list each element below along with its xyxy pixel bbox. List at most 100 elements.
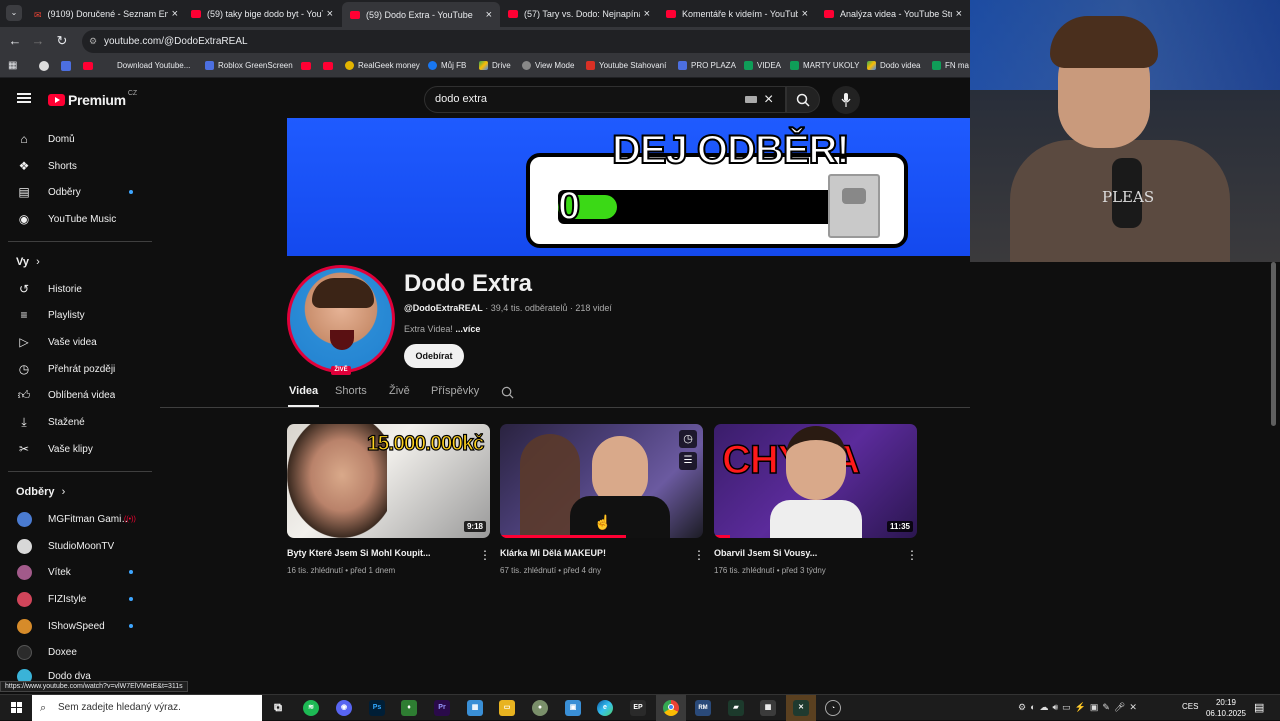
voice-search-button[interactable] bbox=[832, 86, 860, 114]
apps-grid-icon[interactable]: ▦ bbox=[8, 60, 17, 71]
bookmark-item[interactable]: Download Youtube... bbox=[117, 61, 190, 70]
youtube-bookmark-icon[interactable] bbox=[323, 62, 333, 70]
forward-arrow-icon[interactable]: → bbox=[30, 33, 46, 48]
edge-icon[interactable]: e bbox=[597, 700, 613, 716]
taskbar-clock[interactable]: 20:19 06.10.2025 bbox=[1202, 697, 1250, 719]
browser-tab-youtube-studio[interactable]: Analýza videa - YouTube Studio × bbox=[816, 3, 970, 25]
channel-avatar[interactable] bbox=[287, 265, 395, 373]
video-menu-icon[interactable]: ⋮ bbox=[906, 548, 918, 562]
sidebar-item-watch-later[interactable]: ◷ Přehrát později bbox=[0, 356, 152, 382]
video-title[interactable]: Obarvil Jsem Si Vousy... bbox=[714, 548, 817, 558]
back-arrow-icon[interactable]: ← bbox=[7, 33, 23, 48]
sidebar-item-your-clips[interactable]: ✂ Vaše klipy bbox=[0, 436, 152, 462]
bookmark-icon-1[interactable] bbox=[39, 61, 49, 71]
video-title[interactable]: Klárka Mi Dělá MAKEUP! bbox=[500, 548, 606, 558]
spotify-icon[interactable]: ≋ bbox=[303, 700, 319, 716]
browser-tab-seznam[interactable]: ✉ (9109) Doručené - Seznam Em… × bbox=[26, 3, 186, 25]
bookmark-item[interactable]: MARTY UKOLY bbox=[790, 61, 859, 70]
video-thumbnail[interactable]: CHYBA 11:35 bbox=[714, 424, 917, 538]
bookmark-icon-2[interactable] bbox=[61, 61, 71, 71]
taskbar-search-input[interactable]: ⌕ Sem zadejte hledaný výraz. bbox=[32, 695, 262, 721]
tab-videos[interactable]: Videa bbox=[289, 385, 318, 397]
app-icon[interactable]: RM bbox=[695, 700, 711, 716]
youtube-premium-logo[interactable]: Premium CZ bbox=[48, 90, 137, 108]
app-icon[interactable]: ♦ bbox=[401, 700, 417, 716]
app-icon[interactable]: ▰ bbox=[728, 700, 744, 716]
site-info-icon[interactable]: ⚙ bbox=[89, 30, 97, 53]
bookmark-item[interactable]: VIDEA bbox=[744, 61, 781, 70]
sidebar-item-shorts[interactable]: ❖ Shorts bbox=[0, 153, 152, 179]
sidebar-you-header[interactable]: Vy › bbox=[16, 256, 40, 268]
sidebar-item-playlists[interactable]: ≡ Playlisty bbox=[0, 302, 152, 328]
clear-search-icon[interactable]: × bbox=[764, 87, 773, 112]
bookmark-item[interactable]: Můj FB bbox=[428, 61, 466, 70]
close-tab-icon[interactable]: × bbox=[956, 8, 962, 20]
video-menu-icon[interactable]: ⋮ bbox=[479, 548, 491, 562]
sidebar-item-history[interactable]: ↺ Historie bbox=[0, 276, 152, 302]
bookmark-item[interactable]: FN ma bbox=[932, 61, 969, 70]
reload-icon[interactable]: ↻ bbox=[54, 33, 70, 49]
hamburger-menu-icon[interactable] bbox=[17, 93, 31, 103]
sidebar-item-youtube-music[interactable]: ◉ YouTube Music bbox=[0, 206, 152, 232]
video-menu-icon[interactable]: ⋮ bbox=[693, 548, 705, 562]
sidebar-item-subscriptions[interactable]: ▤ Odběry bbox=[0, 179, 152, 205]
youtube-bookmark-icon[interactable] bbox=[301, 62, 311, 70]
more-link[interactable]: ...více bbox=[455, 324, 480, 334]
sidebar-subscription[interactable]: FIZIstyle bbox=[0, 586, 152, 612]
bookmark-item[interactable]: RealGeek money bbox=[345, 61, 420, 70]
sidebar-item-downloads[interactable]: ⤓ Stažené bbox=[0, 409, 152, 435]
close-tab-icon[interactable]: × bbox=[644, 8, 650, 20]
channel-description[interactable]: Extra Videa! ...více bbox=[404, 324, 480, 334]
epic-games-icon[interactable]: EP bbox=[630, 700, 646, 716]
app-icon[interactable]: ◔ bbox=[825, 700, 841, 716]
video-title[interactable]: Byty Které Jsem Si Mohl Koupit... bbox=[287, 548, 431, 558]
close-tab-icon[interactable]: × bbox=[327, 8, 333, 20]
bookmark-item[interactable]: Dodo videa bbox=[867, 61, 920, 70]
browser-tab-active[interactable]: (59) Dodo Extra - YouTube × bbox=[342, 2, 500, 27]
bookmark-item[interactable]: Drive bbox=[479, 61, 511, 70]
bookmark-item[interactable]: Roblox GreenScreen bbox=[205, 61, 293, 70]
discord-icon[interactable]: ◉ bbox=[336, 700, 352, 716]
file-explorer-icon[interactable]: ▭ bbox=[499, 700, 515, 716]
sidebar-subscriptions-header[interactable]: Odběry › bbox=[16, 486, 65, 498]
premiere-icon[interactable]: Pr bbox=[434, 700, 450, 716]
notifications-icon[interactable]: ▤ bbox=[1254, 701, 1264, 714]
sidebar-subscription[interactable]: MGFitman Gami… ((•)) bbox=[0, 506, 152, 532]
channel-search-icon[interactable] bbox=[501, 386, 514, 399]
app-icon[interactable]: ● bbox=[532, 700, 548, 716]
sidebar-item-your-videos[interactable]: ▷ Vaše videa bbox=[0, 329, 152, 355]
sidebar-subscription[interactable]: Doxee bbox=[0, 639, 152, 665]
sidebar-subscription[interactable]: Vítek bbox=[0, 559, 152, 585]
search-button[interactable] bbox=[786, 86, 820, 113]
video-thumbnail[interactable]: 15.000.000kč 9:18 bbox=[287, 424, 490, 538]
close-tab-icon[interactable]: × bbox=[802, 8, 808, 20]
bookmark-item[interactable]: PRO PLAZA bbox=[678, 61, 736, 70]
sidebar-subscription[interactable]: StudioMoonTV bbox=[0, 533, 152, 559]
app-icon[interactable]: ▣ bbox=[565, 700, 581, 716]
photoshop-icon[interactable]: Ps bbox=[369, 700, 385, 716]
sidebar-item-liked-videos[interactable]: 👍︎ Oblíbená videa bbox=[0, 382, 152, 408]
tab-search-dropdown-icon[interactable]: ⌄ bbox=[6, 5, 22, 21]
subscribe-button[interactable]: Odebírat bbox=[404, 344, 464, 368]
address-bar[interactable]: ⚙ youtube.com/@DodoExtraREAL bbox=[82, 30, 982, 53]
close-tab-icon[interactable]: × bbox=[486, 9, 492, 21]
chrome-icon[interactable] bbox=[663, 700, 679, 716]
sidebar-subscription[interactable]: IShowSpeed bbox=[0, 613, 152, 639]
calculator-icon[interactable]: ▦ bbox=[760, 700, 776, 716]
tab-live[interactable]: Živě bbox=[389, 385, 410, 397]
browser-tab-youtube-3[interactable]: (57) Tary vs. Dodo: Nejnapínav… × bbox=[500, 3, 658, 25]
browser-tab-youtube-4[interactable]: Komentáře k videím - YouTube × bbox=[658, 3, 816, 25]
input-language[interactable]: CES bbox=[1182, 702, 1198, 711]
tab-shorts[interactable]: Shorts bbox=[335, 385, 367, 397]
search-input[interactable]: dodo extra × bbox=[424, 86, 786, 113]
store-icon[interactable]: ▦ bbox=[467, 700, 483, 716]
windows-start-icon[interactable] bbox=[11, 702, 23, 714]
sidebar-item-home[interactable]: ⌂ Domů bbox=[0, 126, 152, 152]
add-to-queue-icon[interactable]: ☰ bbox=[679, 452, 697, 470]
bookmark-item[interactable]: View Mode bbox=[522, 61, 574, 70]
keyboard-icon[interactable] bbox=[745, 96, 757, 103]
app-icon[interactable]: ✕ bbox=[793, 700, 809, 716]
watch-later-icon[interactable]: ◷ bbox=[679, 430, 697, 448]
bookmark-item[interactable]: Youtube Stahovaní bbox=[586, 61, 666, 70]
task-view-icon[interactable]: ⧉ bbox=[270, 700, 286, 716]
